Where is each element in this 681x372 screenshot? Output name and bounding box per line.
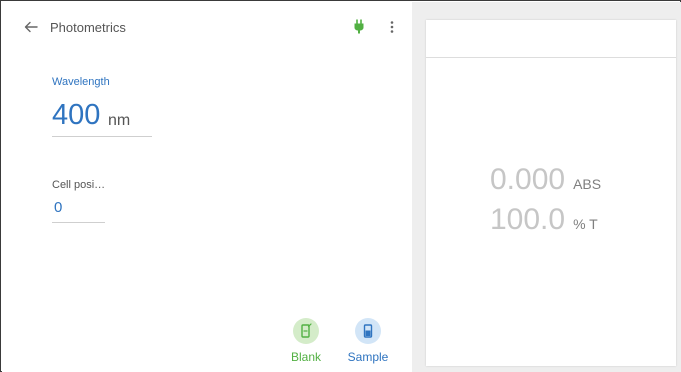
wavelength-value: 400 (52, 99, 101, 131)
sample-icon-circle (355, 318, 381, 344)
arrow-back-icon (24, 21, 38, 33)
cell-position-label: Cell posi… (52, 179, 106, 191)
wavelength-unit: nm (108, 112, 131, 129)
more-options-button[interactable] (386, 19, 398, 35)
wavelength-input[interactable]: 400 nm (52, 95, 152, 137)
cell-position-value: 0 (54, 199, 63, 216)
transmittance-value: 100.0 (490, 203, 566, 236)
plug-icon (354, 19, 364, 34)
cell-position-input[interactable]: 0 (52, 195, 105, 223)
transmittance-reading: 100.0 % T (490, 203, 598, 237)
blank-label: Blank (290, 350, 322, 364)
sample-button[interactable]: Sample (340, 318, 396, 368)
more-vert-icon (390, 21, 394, 33)
absorbance-reading: 0.000 ABS (490, 163, 601, 197)
back-button[interactable] (22, 18, 40, 36)
blank-icon-circle (293, 318, 319, 344)
card-divider (426, 57, 676, 58)
blank-button[interactable]: Blank (278, 318, 334, 368)
app-window: Photometrics Wavelength 400 nm Cell posi… (0, 0, 681, 372)
wavelength-label: Wavelength (52, 76, 110, 88)
sample-label: Sample (347, 350, 389, 364)
absorbance-unit: ABS (573, 176, 602, 192)
absorbance-value: 0.000 (490, 163, 566, 196)
sample-cuvette-icon (363, 324, 373, 338)
results-card: 0.000 ABS 100.0 % T (426, 20, 676, 366)
measurement-settings-panel: Photometrics Wavelength 400 nm Cell posi… (2, 2, 412, 372)
blank-cuvette-icon (301, 323, 312, 338)
transmittance-unit: % T (573, 216, 598, 232)
connection-button[interactable] (353, 19, 365, 35)
page-title: Photometrics (50, 20, 126, 35)
